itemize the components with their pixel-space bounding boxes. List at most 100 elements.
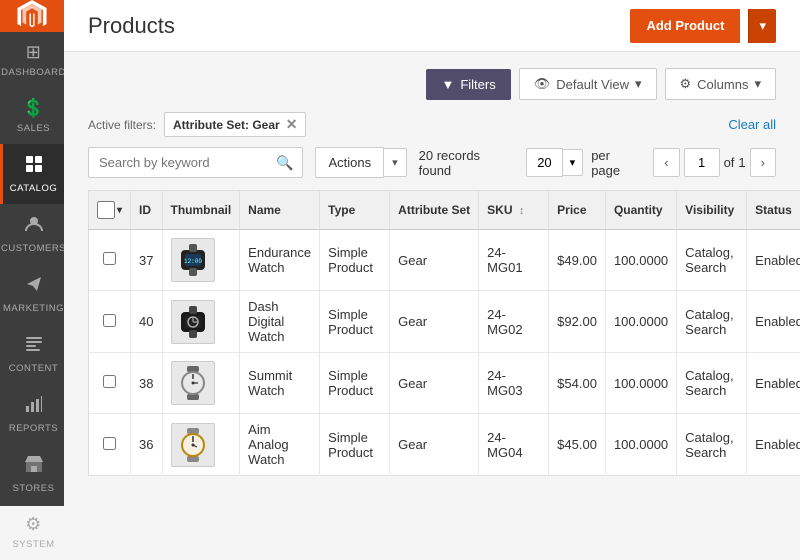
chevron-down-icon: ▾ — [635, 76, 642, 92]
th-type: Type — [320, 191, 390, 230]
row-quantity: 100.0000 — [605, 353, 676, 414]
page-content: ▼ Filters 👁 Default View ▾ ⚙ Columns ▾ A… — [64, 52, 800, 506]
row-checkbox-0[interactable] — [103, 252, 116, 265]
search-icon[interactable]: 🔍 — [276, 154, 293, 171]
search-actions-row: 🔍 Actions ▾ 20 records found 20 ▾ per pa… — [88, 147, 776, 178]
row-type: Simple Product — [320, 414, 390, 476]
sidebar-item-customers[interactable]: Customers — [0, 204, 64, 264]
product-thumbnail — [171, 361, 215, 405]
th-status: Status — [747, 191, 800, 230]
row-checkbox-cell — [89, 291, 131, 353]
filter-tag-attribute-set: Attribute Set: Gear ✕ — [164, 112, 306, 137]
product-thumbnail — [171, 300, 215, 344]
sidebar-item-dashboard[interactable]: ⊞ Dashboard — [0, 32, 64, 88]
page-title: Products — [88, 13, 175, 39]
row-id: 36 — [131, 414, 162, 476]
remove-filter-button[interactable]: ✕ — [286, 116, 298, 133]
filter-tag-text: Attribute Set: Gear — [173, 118, 280, 132]
row-price: $54.00 — [549, 353, 606, 414]
row-name: Aim Analog Watch — [240, 414, 320, 476]
page-header: Products Add Product ▾ — [64, 0, 800, 52]
per-page-group: 20 ▾ per page — [526, 148, 637, 178]
per-page-value: 20 — [526, 148, 562, 177]
row-thumbnail — [162, 291, 240, 353]
row-type: Simple Product — [320, 353, 390, 414]
main-area: Products Add Product ▾ ▼ Filters 👁 Defau… — [64, 0, 800, 506]
row-type: Simple Product — [320, 291, 390, 353]
sidebar-item-content[interactable]: Content — [0, 324, 64, 384]
row-thumbnail — [162, 353, 240, 414]
th-id: ID — [131, 191, 162, 230]
header-actions: Add Product ▾ — [630, 9, 776, 43]
actions-dropdown-button[interactable]: ▾ — [384, 148, 407, 177]
row-status: Enabled — [747, 291, 800, 353]
products-table: ▾ ID Thumbnail Name Type Attribute Set S… — [88, 190, 800, 476]
table-row: 37 12:00 Endurance Watch Simple Product … — [89, 230, 800, 291]
row-visibility: Catalog, Search — [677, 353, 747, 414]
sidebar-item-system[interactable]: ⚙ System — [0, 504, 64, 560]
search-box: 🔍 — [88, 147, 303, 178]
svg-text:12:00: 12:00 — [183, 258, 201, 265]
th-sku[interactable]: SKU ↕ — [479, 191, 549, 230]
sidebar-item-sales[interactable]: 💲 Sales — [0, 88, 64, 144]
th-name[interactable]: Name — [240, 191, 320, 230]
checkbox-dropdown-arrow[interactable]: ▾ — [117, 205, 122, 216]
sidebar-item-catalog[interactable]: Catalog — [0, 144, 64, 204]
sidebar: ⊞ Dashboard 💲 Sales Catalog Customers — [0, 0, 64, 506]
customers-icon — [24, 214, 44, 239]
row-id: 40 — [131, 291, 162, 353]
row-checkbox-3[interactable] — [103, 437, 116, 450]
row-name: Summit Watch — [240, 353, 320, 414]
next-page-button[interactable]: › — [750, 148, 776, 177]
dashboard-icon: ⊞ — [26, 42, 42, 63]
row-price: $92.00 — [549, 291, 606, 353]
search-input[interactable] — [88, 147, 303, 178]
page-number-input[interactable] — [684, 148, 720, 177]
row-attribute-set: Gear — [390, 353, 479, 414]
columns-button[interactable]: ⚙ Columns ▾ — [665, 68, 776, 100]
table-row: 36 Aim Analog Watch Simple Product Gear … — [89, 414, 800, 476]
per-page-label: per page — [591, 148, 637, 178]
sidebar-item-stores[interactable]: Stores — [0, 444, 64, 504]
catalog-icon — [24, 154, 44, 179]
th-checkbox: ▾ — [89, 191, 131, 230]
add-product-dropdown-button[interactable]: ▾ — [748, 9, 776, 43]
per-page-select: 20 ▾ — [526, 148, 583, 177]
row-name: Dash Digital Watch — [240, 291, 320, 353]
row-name: Endurance Watch — [240, 230, 320, 291]
sales-icon: 💲 — [22, 98, 45, 119]
system-icon: ⚙ — [25, 514, 42, 535]
select-all-checkbox[interactable] — [97, 201, 115, 219]
row-checkbox-1[interactable] — [103, 314, 116, 327]
per-page-dropdown-button[interactable]: ▾ — [563, 149, 584, 176]
sidebar-item-reports[interactable]: Reports — [0, 384, 64, 444]
row-status: Enabled — [747, 414, 800, 476]
row-price: $45.00 — [549, 414, 606, 476]
row-checkbox-2[interactable] — [103, 375, 116, 388]
sidebar-item-marketing[interactable]: Marketing — [0, 264, 64, 324]
row-quantity: 100.0000 — [605, 291, 676, 353]
row-visibility: Catalog, Search — [677, 291, 747, 353]
row-checkbox-cell — [89, 353, 131, 414]
th-quantity: Quantity — [605, 191, 676, 230]
row-sku: 24-MG03 — [479, 353, 549, 414]
row-attribute-set: Gear — [390, 414, 479, 476]
add-product-button[interactable]: Add Product — [630, 9, 740, 43]
prev-page-button[interactable]: ‹ — [653, 148, 679, 177]
row-thumbnail: 12:00 — [162, 230, 240, 291]
reports-icon — [24, 394, 44, 419]
active-filters-label: Active filters: — [88, 118, 156, 132]
default-view-button[interactable]: 👁 Default View ▾ — [519, 68, 657, 100]
filters-button[interactable]: ▼ Filters — [426, 69, 510, 100]
product-thumbnail: 12:00 — [171, 238, 215, 282]
row-quantity: 100.0000 — [605, 414, 676, 476]
th-thumbnail: Thumbnail — [162, 191, 240, 230]
product-thumbnail — [171, 423, 215, 467]
page-of-label: of — [724, 155, 735, 170]
row-checkbox-cell — [89, 414, 131, 476]
clear-all-button[interactable]: Clear all — [728, 117, 776, 132]
row-sku: 24-MG01 — [479, 230, 549, 291]
actions-button[interactable]: Actions — [315, 147, 384, 178]
row-checkbox-cell — [89, 230, 131, 291]
th-visibility: Visibility — [677, 191, 747, 230]
